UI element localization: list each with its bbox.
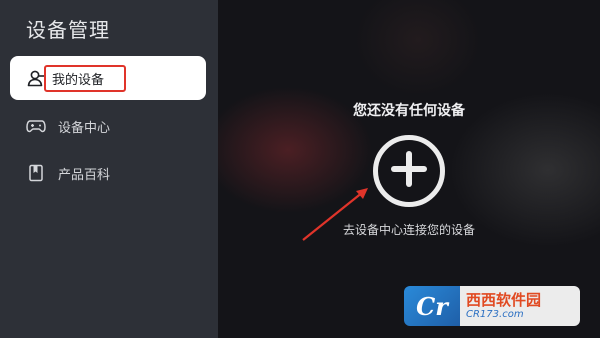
watermark-logo: Cr	[404, 286, 460, 326]
sidebar: 设备管理 我的设备 设备中心 产品百科	[0, 0, 218, 338]
sidebar-item-my-devices[interactable]: 我的设备	[10, 56, 206, 100]
book-icon	[26, 163, 46, 183]
sidebar-item-label: 我的设备	[44, 64, 127, 92]
watermark-name: 西西软件园	[466, 291, 542, 309]
main-panel: 您还没有任何设备 去设备中心连接您的设备 Cr 西西软件园 CR173.com	[218, 0, 600, 338]
watermark: Cr 西西软件园 CR173.com	[404, 286, 580, 326]
sidebar-item-label: 设备中心	[58, 120, 111, 136]
sidebar-item-product-wiki[interactable]: 产品百科	[10, 151, 206, 195]
gamepad-icon	[26, 116, 46, 136]
sidebar-item-label: 产品百科	[58, 167, 111, 183]
user-icon	[26, 68, 46, 88]
watermark-site: CR173.com	[466, 309, 524, 320]
sidebar-title: 设备管理	[26, 18, 110, 42]
sidebar-item-device-center[interactable]: 设备中心	[10, 104, 206, 148]
